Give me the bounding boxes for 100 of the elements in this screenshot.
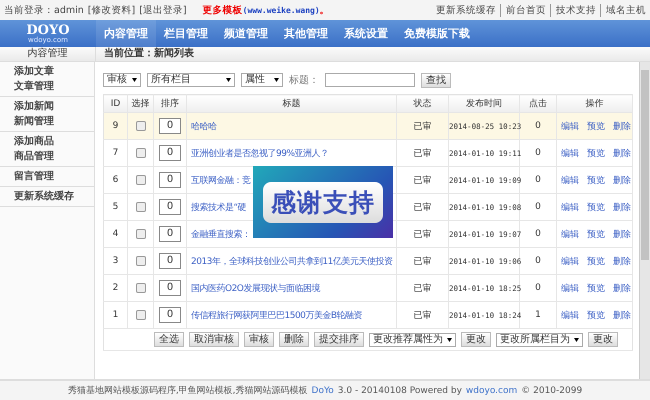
- action-link[interactable]: 删除: [613, 148, 631, 158]
- promo-link[interactable]: 更多模板(www.weike.wang)。: [202, 4, 330, 16]
- action-link[interactable]: 编辑: [561, 148, 579, 158]
- row-checkbox[interactable]: [136, 228, 146, 239]
- row-checkbox[interactable]: [136, 148, 146, 158]
- top-link[interactable]: [退出登录]: [139, 4, 187, 16]
- action-link[interactable]: 编辑: [561, 230, 579, 240]
- clicks-cell: 0: [535, 202, 541, 212]
- change-button[interactable]: 更改: [588, 332, 618, 347]
- footer-text: 秀猫基地网站模板源码程序,甲鱼网站模板,秀猫网站源码模板: [68, 384, 308, 397]
- action-link[interactable]: 编辑: [561, 284, 579, 294]
- sidebar-item[interactable]: 商品管理: [14, 149, 94, 164]
- action-link[interactable]: 预览: [587, 230, 605, 240]
- action-link[interactable]: 删除: [613, 176, 631, 186]
- title-link[interactable]: 国内医药O2O发展现状与面临困境: [191, 284, 320, 294]
- action-link[interactable]: 预览: [587, 310, 605, 320]
- action-link[interactable]: 编辑: [561, 256, 579, 266]
- action-link[interactable]: 预览: [587, 202, 605, 212]
- row-checkbox[interactable]: [136, 202, 146, 212]
- order-input[interactable]: 0: [159, 307, 181, 323]
- title-input[interactable]: [325, 73, 415, 87]
- title-link[interactable]: 金融垂直搜索：: [191, 230, 250, 240]
- top-link[interactable]: 前台首页: [500, 4, 546, 16]
- order-input[interactable]: 0: [159, 199, 181, 215]
- top-link[interactable]: 技术支持: [550, 4, 596, 16]
- action-link[interactable]: 编辑: [561, 310, 579, 320]
- clicks-cell: 0: [535, 283, 541, 293]
- clicks-cell: 0: [535, 256, 541, 266]
- action-link[interactable]: 编辑: [561, 202, 579, 212]
- row-checkbox[interactable]: [136, 282, 146, 293]
- order-input[interactable]: 0: [159, 226, 181, 242]
- status-cell: 已审: [414, 202, 432, 212]
- action-link[interactable]: 预览: [587, 176, 605, 186]
- order-input[interactable]: 0: [159, 253, 181, 269]
- title-link[interactable]: 互联网金融：竞: [191, 176, 250, 186]
- action-link[interactable]: 编辑: [561, 176, 579, 186]
- bulk-button[interactable]: 全选: [154, 332, 184, 347]
- action-link[interactable]: 删除: [613, 230, 631, 240]
- action-link[interactable]: 预览: [587, 148, 605, 158]
- scrollbar[interactable]: [639, 62, 650, 379]
- nav-tab[interactable]: 其他管理: [276, 20, 336, 47]
- change-button[interactable]: 更改: [461, 332, 491, 347]
- top-link[interactable]: 域名主机: [600, 4, 646, 16]
- action-link[interactable]: 删除: [613, 122, 631, 132]
- filter-dropdown[interactable]: 审核: [103, 73, 141, 87]
- title-link[interactable]: 传信程旅行网获阿里巴巴1500万美金B轮融资: [191, 310, 362, 320]
- id-cell: 1: [112, 310, 118, 320]
- nav-tab[interactable]: 系统设置: [336, 20, 396, 47]
- order-input[interactable]: 0: [159, 172, 181, 188]
- order-input[interactable]: 0: [159, 118, 181, 134]
- title-link[interactable]: 亚洲创业者是否忽视了99%亚洲人？: [191, 148, 329, 158]
- action-link[interactable]: 删除: [613, 256, 631, 266]
- row-checkbox[interactable]: [136, 256, 146, 266]
- search-button[interactable]: 查找: [421, 72, 451, 88]
- top-link[interactable]: [修改资料]: [88, 4, 136, 16]
- bulk-button[interactable]: 审核: [244, 332, 274, 347]
- sidebar-item[interactable]: 文章管理: [14, 79, 94, 94]
- action-link[interactable]: 预览: [587, 122, 605, 132]
- nav-tab[interactable]: 频道管理: [216, 20, 276, 47]
- clicks-cell: 0: [535, 121, 541, 131]
- title-link[interactable]: 2013年，全球科技创业公司共拿到11亿美元天使投资: [191, 256, 392, 266]
- category-dropdown[interactable]: 更改所属栏目为: [496, 332, 583, 346]
- sidebar-item[interactable]: 添加文章: [14, 64, 94, 79]
- row-checkbox[interactable]: [136, 174, 146, 185]
- row-checkbox[interactable]: [136, 120, 146, 131]
- nav-tab[interactable]: 内容管理: [96, 20, 156, 47]
- footer-link[interactable]: wdoyo.com: [466, 386, 518, 396]
- caret-icon: [447, 338, 452, 342]
- action-link[interactable]: 删除: [613, 202, 631, 212]
- sidebar-item[interactable]: 添加商品: [14, 134, 94, 149]
- title-link[interactable]: 哈哈哈: [191, 122, 216, 132]
- sidebar-item[interactable]: 新闻管理: [14, 114, 94, 129]
- login-text: 当前登录：admin: [4, 4, 84, 16]
- recommend-dropdown[interactable]: 更改推荐属性为: [369, 332, 456, 346]
- title-link[interactable]: 搜索技术是“硬: [191, 202, 246, 212]
- top-link[interactable]: 更新系统缓存: [436, 4, 496, 16]
- action-link[interactable]: 预览: [587, 256, 605, 266]
- filter-dropdown[interactable]: 属性: [241, 73, 283, 87]
- sidebar-item[interactable]: 留言管理: [14, 169, 94, 184]
- column-header: 状态: [396, 94, 448, 112]
- sidebar-item[interactable]: 更新系统缓存: [14, 189, 94, 204]
- filter-dropdown[interactable]: 所有栏目: [147, 73, 235, 87]
- bulk-button[interactable]: 提交排序: [314, 332, 364, 347]
- column-header: 选择: [128, 94, 154, 112]
- action-link[interactable]: 删除: [613, 284, 631, 294]
- order-input[interactable]: 0: [159, 145, 181, 161]
- status-cell: 已审: [414, 310, 432, 320]
- action-link[interactable]: 删除: [613, 310, 631, 320]
- status-cell: 已审: [414, 284, 432, 294]
- nav-tab[interactable]: 栏目管理: [156, 20, 216, 47]
- order-input[interactable]: 0: [159, 280, 181, 296]
- id-cell: 5: [112, 202, 118, 212]
- bulk-button[interactable]: 取消审核: [189, 332, 239, 347]
- row-checkbox[interactable]: [136, 310, 146, 320]
- column-header: 点击: [520, 94, 556, 112]
- nav-tab[interactable]: 免费模版下载: [396, 20, 478, 47]
- action-link[interactable]: 编辑: [561, 122, 579, 132]
- sidebar-item[interactable]: 添加新闻: [14, 99, 94, 114]
- bulk-button[interactable]: 删除: [279, 332, 309, 347]
- action-link[interactable]: 预览: [587, 284, 605, 294]
